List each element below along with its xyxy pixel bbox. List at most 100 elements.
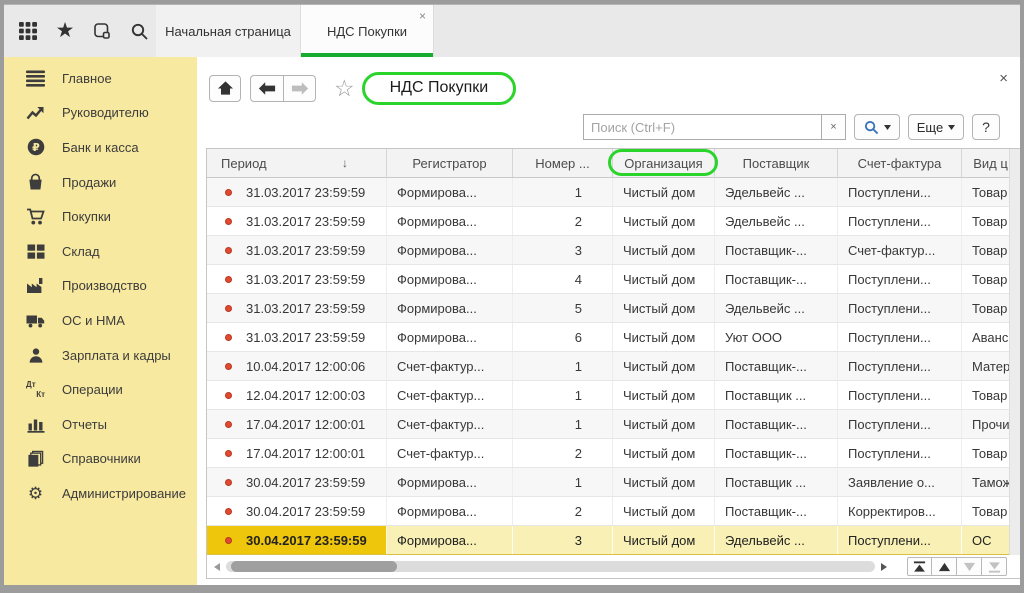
sidebar-item-cart[interactable]: Покупки (4, 199, 197, 234)
table-cell[interactable]: Чистый дом (613, 323, 715, 351)
table-cell[interactable]: Поставщик-... (715, 352, 838, 380)
sidebar-item-dtkt[interactable]: ДтКтОперации (4, 372, 197, 407)
home-button[interactable] (209, 75, 241, 102)
table-cell[interactable]: Поставщик ... (715, 468, 838, 496)
table-cell[interactable]: Заявление о... (838, 468, 962, 496)
table-cell[interactable]: Чистый дом (613, 352, 715, 380)
sidebar-item-menu[interactable]: Главное (4, 61, 197, 96)
table-cell[interactable]: Формирова... (387, 497, 513, 525)
table-cell[interactable]: 31.03.2017 23:59:59 (207, 178, 387, 206)
column-header-number[interactable]: Номер ... (513, 149, 613, 177)
column-header-organization[interactable]: Организация (613, 149, 715, 177)
table-cell[interactable]: Чистый дом (613, 497, 715, 525)
table-cell[interactable]: Поступлени... (838, 178, 962, 206)
table-cell[interactable]: Поступлени... (838, 265, 962, 293)
sidebar-item-chart[interactable]: Отчеты (4, 407, 197, 442)
table-cell[interactable]: Счет-фактур... (387, 439, 513, 467)
table-cell[interactable]: 1 (513, 410, 613, 438)
sidebar-item-gear[interactable]: ⚙Администрирование (4, 476, 197, 511)
sidebar-item-person[interactable]: Зарплата и кадры (4, 338, 197, 373)
vertical-scrollbar[interactable] (1009, 149, 1020, 555)
table-cell[interactable]: 3 (513, 236, 613, 264)
table-cell[interactable]: Чистый дом (613, 410, 715, 438)
scroll-right-arrow[interactable] (881, 563, 887, 571)
back-button[interactable] (250, 75, 283, 102)
table-cell[interactable]: 1 (513, 381, 613, 409)
table-cell[interactable]: Счет-фактур... (387, 352, 513, 380)
search-input[interactable] (583, 114, 821, 140)
sidebar-item-trend[interactable]: Руководителю (4, 96, 197, 131)
table-cell[interactable]: Чистый дом (613, 468, 715, 496)
table-cell[interactable]: 31.03.2017 23:59:59 (207, 294, 387, 322)
table-cell[interactable]: 6 (513, 323, 613, 351)
table-cell[interactable]: Формирова... (387, 236, 513, 264)
table-cell[interactable]: Счет-фактур... (838, 236, 962, 264)
table-cell[interactable]: 2 (513, 439, 613, 467)
table-cell[interactable]: 31.03.2017 23:59:59 (207, 236, 387, 264)
table-cell[interactable]: Чистый дом (613, 526, 715, 554)
table-cell[interactable]: Эдельвейс ... (715, 294, 838, 322)
table-cell[interactable]: Корректиров... (838, 497, 962, 525)
table-cell[interactable]: Поступлени... (838, 352, 962, 380)
column-header-registrar[interactable]: Регистратор (387, 149, 513, 177)
add-favorite-star-icon[interactable]: ☆ (334, 76, 355, 100)
table-cell[interactable]: Эдельвейс ... (715, 178, 838, 206)
favorites-star-icon[interactable]: ★ (54, 20, 76, 42)
table-cell[interactable]: Уют ООО (715, 323, 838, 351)
table-row[interactable]: 30.04.2017 23:59:59Формирова...1Чистый д… (207, 468, 1020, 497)
table-cell[interactable]: 5 (513, 294, 613, 322)
table-cell[interactable]: 31.03.2017 23:59:59 (207, 323, 387, 351)
table-cell[interactable]: Чистый дом (613, 381, 715, 409)
tab-home-page[interactable]: Начальная страница (156, 5, 301, 57)
form-close-icon[interactable]: × (999, 71, 1008, 86)
table-cell[interactable]: Формирова... (387, 526, 513, 554)
table-cell[interactable]: 1 (513, 352, 613, 380)
table-cell[interactable]: 2 (513, 497, 613, 525)
column-header-supplier[interactable]: Поставщик (715, 149, 838, 177)
search-options-button[interactable] (854, 114, 900, 140)
search-clear-button[interactable]: × (821, 114, 846, 140)
next-row-button[interactable] (957, 557, 982, 576)
table-row[interactable]: 31.03.2017 23:59:59Формирова...1Чистый д… (207, 178, 1020, 207)
table-cell[interactable]: Чистый дом (613, 294, 715, 322)
horizontal-scrollbar-thumb[interactable] (231, 561, 397, 572)
table-cell[interactable]: Поставщик-... (715, 439, 838, 467)
table-cell[interactable]: Поставщик-... (715, 410, 838, 438)
table-cell[interactable]: 17.04.2017 12:00:01 (207, 410, 387, 438)
table-cell[interactable]: Поступлени... (838, 207, 962, 235)
table-cell[interactable]: 10.04.2017 12:00:06 (207, 352, 387, 380)
table-cell[interactable]: Поставщик-... (715, 236, 838, 264)
scroll-left-arrow[interactable] (214, 563, 220, 571)
table-cell[interactable]: Поступлени... (838, 410, 962, 438)
apps-grid-icon[interactable] (17, 20, 39, 42)
table-cell[interactable]: 3 (513, 526, 613, 554)
tab-close-icon[interactable]: × (419, 10, 426, 22)
table-row[interactable]: 17.04.2017 12:00:01Счет-фактур...1Чистый… (207, 410, 1020, 439)
table-cell[interactable]: 1 (513, 468, 613, 496)
table-row[interactable]: 31.03.2017 23:59:59Формирова...3Чистый д… (207, 236, 1020, 265)
table-row[interactable]: 30.04.2017 23:59:59Формирова...3Чистый д… (207, 526, 1020, 555)
table-cell[interactable]: 31.03.2017 23:59:59 (207, 207, 387, 235)
table-cell[interactable]: 4 (513, 265, 613, 293)
sidebar-item-bag[interactable]: Продажи (4, 165, 197, 200)
go-to-first-row-button[interactable] (907, 557, 932, 576)
table-cell[interactable]: Поступлени... (838, 323, 962, 351)
table-row[interactable]: 12.04.2017 12:00:03Счет-фактур...1Чистый… (207, 381, 1020, 410)
table-cell[interactable]: Формирова... (387, 294, 513, 322)
table-cell[interactable]: Поступлени... (838, 439, 962, 467)
table-cell[interactable]: 30.04.2017 23:59:59 (207, 526, 387, 554)
table-row[interactable]: 31.03.2017 23:59:59Формирова...6Чистый д… (207, 323, 1020, 352)
go-to-last-row-button[interactable] (982, 557, 1007, 576)
table-cell[interactable]: Формирова... (387, 207, 513, 235)
column-header-invoice[interactable]: Счет-фактура (838, 149, 962, 177)
table-cell[interactable]: Чистый дом (613, 178, 715, 206)
table-cell[interactable]: 2 (513, 207, 613, 235)
forward-button[interactable] (283, 75, 316, 102)
sidebar-item-books[interactable]: Справочники (4, 442, 197, 477)
table-row[interactable]: 30.04.2017 23:59:59Формирова...2Чистый д… (207, 497, 1020, 526)
table-cell[interactable]: 1 (513, 178, 613, 206)
table-cell[interactable]: Счет-фактур... (387, 410, 513, 438)
more-button[interactable]: Еще (908, 114, 964, 140)
sidebar-item-boxes[interactable]: Склад (4, 234, 197, 269)
table-row[interactable]: 31.03.2017 23:59:59Формирова...4Чистый д… (207, 265, 1020, 294)
